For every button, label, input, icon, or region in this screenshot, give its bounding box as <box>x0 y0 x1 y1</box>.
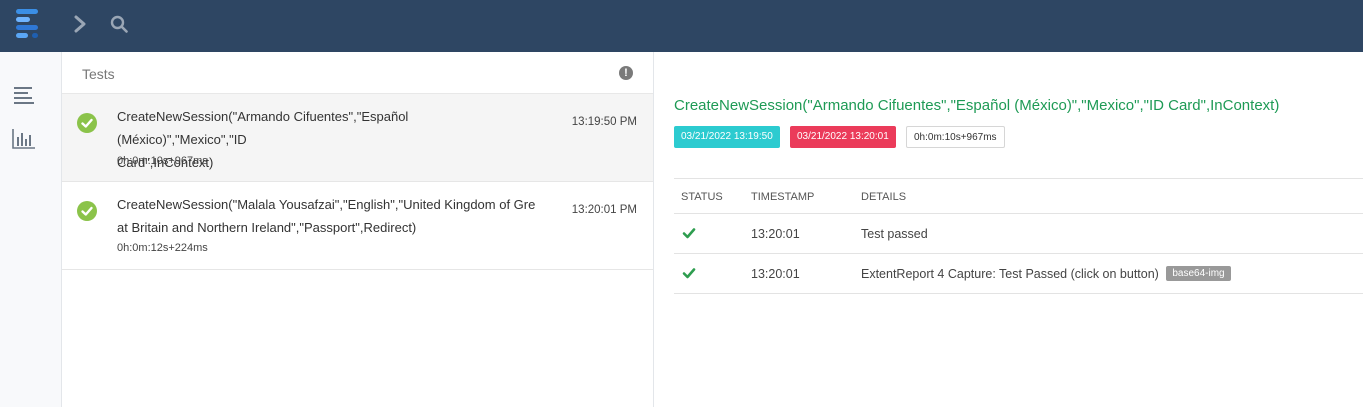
test-time: 13:20:01 PM <box>571 204 637 216</box>
test-duration: 0h:0m:10s+967ms <box>117 155 208 167</box>
log-details: ExtentReport 4 Capture: Test Passed (cli… <box>861 266 1231 282</box>
tests-panel: Tests ! CreateNewSession("Armando Cifuen… <box>62 52 654 407</box>
log-timestamp: 13:20:01 <box>751 227 800 241</box>
top-navbar <box>0 0 1363 52</box>
column-status: Status <box>681 191 723 203</box>
search-icon[interactable] <box>110 15 128 33</box>
test-name: CreateNewSession("Malala Yousafzai","Eng… <box>117 197 536 235</box>
test-detail-panel: CreateNewSession("Armando Cifuentes","Es… <box>654 52 1363 407</box>
pass-check-icon <box>77 201 97 221</box>
tests-header: Tests ! <box>62 52 653 94</box>
duration-badge: 0h:0m:10s+967ms <box>906 126 1005 148</box>
test-time: 13:19:50 PM <box>571 116 637 128</box>
log-details: Test passed <box>861 227 928 241</box>
alert-icon[interactable]: ! <box>619 66 633 80</box>
test-duration: 0h:0m:12s+224ms <box>117 242 208 254</box>
pass-check-icon <box>77 113 97 133</box>
start-time-badge: 03/21/2022 13:19:50 <box>674 126 780 148</box>
pass-check-icon <box>682 228 696 239</box>
extent-logo-icon[interactable] <box>14 7 40 41</box>
log-timestamp: 13:20:01 <box>751 267 800 281</box>
list-icon[interactable] <box>12 84 36 106</box>
test-item[interactable]: CreateNewSession("Armando Cifuentes","Es… <box>62 94 653 182</box>
log-details-text: ExtentReport 4 Capture: Test Passed (cli… <box>861 267 1159 281</box>
end-time-badge: 03/21/2022 13:20:01 <box>790 126 896 148</box>
log-row: 13:20:01 Test passed <box>674 214 1363 254</box>
tests-title: Tests <box>82 66 115 82</box>
column-timestamp: Timestamp <box>751 191 815 203</box>
pass-check-icon <box>682 268 696 279</box>
test-item[interactable]: CreateNewSession("Malala Yousafzai","Eng… <box>62 182 653 270</box>
base64-img-badge[interactable]: base64-img <box>1166 266 1231 282</box>
chevron-right-icon[interactable] <box>72 14 88 34</box>
test-detail-title: CreateNewSession("Armando Cifuentes","Es… <box>674 97 1280 114</box>
side-nav <box>0 52 62 407</box>
bar-chart-icon[interactable] <box>12 128 36 150</box>
column-details: Details <box>861 191 907 203</box>
log-row: 13:20:01 ExtentReport 4 Capture: Test Pa… <box>674 254 1363 294</box>
log-table-header: Status Timestamp Details <box>674 178 1363 214</box>
